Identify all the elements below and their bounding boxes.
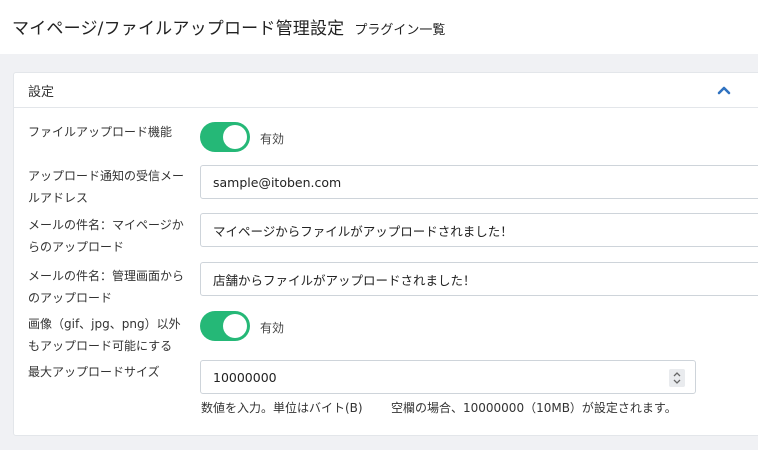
toggle-knob — [223, 125, 247, 149]
card-title: 設定 — [28, 84, 55, 100]
chevron-up-icon[interactable] — [716, 83, 732, 97]
non-image-upload-toggle[interactable] — [200, 311, 250, 341]
subject-admin-label: メールの件名：管理画面からのアップロード — [28, 269, 185, 305]
subject-mypage-input[interactable]: マイページからファイルがアップロードされました！ — [200, 213, 758, 247]
non-image-upload-state: 有効 — [260, 321, 285, 335]
toggle-knob — [223, 314, 247, 338]
upload-feature-toggle[interactable] — [200, 122, 250, 152]
settings-card: 設定 ファイルアップロード機能 有効 アップロード通知の受信メールアドレス sa… — [13, 72, 758, 436]
page-subtitle: プラグイン一覧 — [354, 23, 446, 38]
max-size-input[interactable]: 10000000 — [200, 360, 696, 394]
max-size-help-default: 空欄の場合、10000000（10MB）が設定されます。 — [391, 401, 677, 415]
max-size-help-unit: 数値を入力。単位はバイト(B) — [201, 401, 363, 415]
upload-feature-state: 有効 — [260, 132, 285, 146]
subject-mypage-label: メールの件名：マイページからのアップロード — [28, 218, 184, 254]
non-image-upload-label: 画像（gif、jpg、png）以外もアップロード可能にする — [28, 317, 181, 353]
number-spinner-icon[interactable] — [669, 369, 685, 387]
page-title: マイページ/ファイルアップロード管理設定 — [12, 19, 345, 39]
notify-email-label: アップロード通知の受信メールアドレス — [28, 169, 185, 205]
max-size-value: 10000000 — [213, 369, 277, 385]
max-size-label: 最大アップロードサイズ — [28, 365, 160, 379]
notify-email-input[interactable]: sample@itoben.com — [200, 165, 758, 199]
card-header[interactable]: 設定 — [14, 73, 758, 108]
subject-admin-input[interactable]: 店舗からファイルがアップロードされました！ — [200, 262, 758, 296]
upload-feature-label: ファイルアップロード機能 — [28, 125, 173, 139]
page-header: マイページ/ファイルアップロード管理設定 プラグイン一覧 — [0, 0, 758, 54]
